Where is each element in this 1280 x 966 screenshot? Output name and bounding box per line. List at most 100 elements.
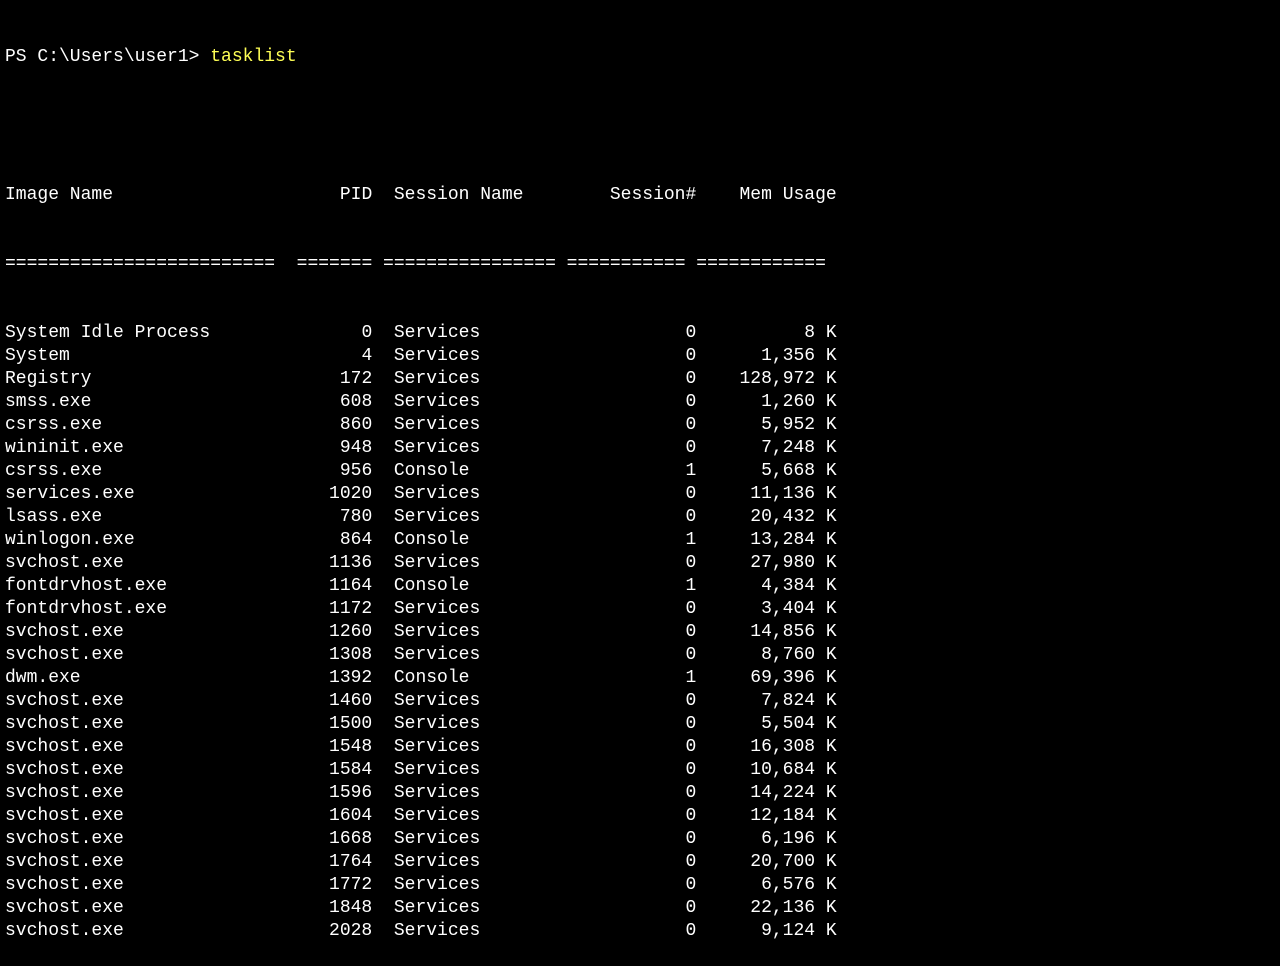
divider-session-name: ================ [383, 253, 556, 276]
table-row: csrss.exe860Services05,952 K [5, 414, 1275, 437]
table-row: csrss.exe956Console15,668 K [5, 460, 1275, 483]
header-session-name: Session Name [383, 184, 567, 207]
cell-pid: 608 [286, 391, 372, 414]
cell-pid: 1164 [286, 575, 372, 598]
cell-mem-usage: 3,404 K [696, 598, 836, 621]
divider-image-name: ========================= [5, 253, 286, 276]
cell-mem-usage: 12,184 K [696, 805, 836, 828]
table-row: svchost.exe2028Services09,124 K [5, 920, 1275, 943]
cell-session-name: Services [383, 322, 567, 345]
cell-session-name: Console [383, 460, 567, 483]
cell-mem-usage: 14,224 K [696, 782, 836, 805]
header-pid: PID [286, 184, 372, 207]
cell-session-num: 0 [567, 621, 697, 644]
cell-image-name: Registry [5, 368, 286, 391]
cell-pid: 1136 [286, 552, 372, 575]
cell-session-name: Services [383, 437, 567, 460]
cell-image-name: csrss.exe [5, 460, 286, 483]
cell-image-name: fontdrvhost.exe [5, 575, 286, 598]
cell-mem-usage: 20,700 K [696, 851, 836, 874]
cell-pid: 1764 [286, 851, 372, 874]
table-row: winlogon.exe864Console113,284 K [5, 529, 1275, 552]
cell-session-name: Services [383, 414, 567, 437]
cell-pid: 1596 [286, 782, 372, 805]
cell-image-name: System [5, 345, 286, 368]
cell-session-num: 0 [567, 598, 697, 621]
cell-session-num: 0 [567, 437, 697, 460]
cell-session-num: 0 [567, 506, 697, 529]
cell-image-name: System Idle Process [5, 322, 286, 345]
cell-mem-usage: 8,760 K [696, 644, 836, 667]
divider-mem: ============ [696, 253, 826, 276]
cell-session-num: 0 [567, 713, 697, 736]
cell-pid: 172 [286, 368, 372, 391]
cell-image-name: services.exe [5, 483, 286, 506]
cell-mem-usage: 8 K [696, 322, 836, 345]
cell-session-num: 0 [567, 414, 697, 437]
table-row: fontdrvhost.exe1164Console14,384 K [5, 575, 1275, 598]
prompt-line: PS C:\Users\user1> tasklist [5, 46, 1275, 69]
cell-image-name: winlogon.exe [5, 529, 286, 552]
cell-session-num: 0 [567, 368, 697, 391]
cell-pid: 1604 [286, 805, 372, 828]
cell-image-name: svchost.exe [5, 805, 286, 828]
cell-session-num: 0 [567, 805, 697, 828]
cell-session-name: Services [383, 920, 567, 943]
cell-mem-usage: 128,972 K [696, 368, 836, 391]
cell-image-name: svchost.exe [5, 851, 286, 874]
cell-session-name: Services [383, 759, 567, 782]
cell-pid: 1460 [286, 690, 372, 713]
cell-session-name: Services [383, 345, 567, 368]
cell-image-name: csrss.exe [5, 414, 286, 437]
cell-session-name: Services [383, 828, 567, 851]
cell-pid: 1584 [286, 759, 372, 782]
cell-session-name: Console [383, 667, 567, 690]
cell-image-name: svchost.exe [5, 828, 286, 851]
cell-image-name: svchost.exe [5, 920, 286, 943]
cell-pid: 1020 [286, 483, 372, 506]
cell-pid: 1772 [286, 874, 372, 897]
terminal-output[interactable]: PS C:\Users\user1> tasklist Image NamePI… [5, 0, 1275, 966]
table-row: dwm.exe1392Console169,396 K [5, 667, 1275, 690]
divider-session-num: =========== [567, 253, 686, 276]
table-row: svchost.exe1584Services010,684 K [5, 759, 1275, 782]
table-header: Image NamePIDSession NameSession#Mem Usa… [5, 184, 1275, 207]
cell-pid: 2028 [286, 920, 372, 943]
table-row: Registry172Services0128,972 K [5, 368, 1275, 391]
cell-image-name: svchost.exe [5, 874, 286, 897]
cell-image-name: wininit.exe [5, 437, 286, 460]
cell-session-name: Console [383, 529, 567, 552]
cell-pid: 1308 [286, 644, 372, 667]
cell-session-num: 1 [567, 460, 697, 483]
cell-mem-usage: 6,576 K [696, 874, 836, 897]
cell-mem-usage: 7,824 K [696, 690, 836, 713]
cell-session-num: 1 [567, 667, 697, 690]
cell-session-name: Services [383, 552, 567, 575]
cell-mem-usage: 14,856 K [696, 621, 836, 644]
blank-line [5, 115, 1275, 138]
divider-pid: ======== [297, 253, 373, 276]
cell-session-name: Services [383, 713, 567, 736]
header-mem-usage: Mem Usage [696, 184, 836, 207]
table-divider: ========================================… [5, 253, 1275, 276]
cell-image-name: svchost.exe [5, 552, 286, 575]
cell-session-name: Services [383, 874, 567, 897]
table-row: svchost.exe1548Services016,308 K [5, 736, 1275, 759]
cell-session-name: Services [383, 897, 567, 920]
table-body: System Idle Process0Services08 KSystem4S… [5, 322, 1275, 943]
cell-session-name: Services [383, 506, 567, 529]
cell-image-name: lsass.exe [5, 506, 286, 529]
cell-session-num: 0 [567, 690, 697, 713]
cell-image-name: svchost.exe [5, 897, 286, 920]
cell-image-name: dwm.exe [5, 667, 286, 690]
cell-session-name: Services [383, 598, 567, 621]
table-row: System Idle Process0Services08 K [5, 322, 1275, 345]
cell-mem-usage: 1,260 K [696, 391, 836, 414]
table-row: wininit.exe948Services07,248 K [5, 437, 1275, 460]
cell-mem-usage: 27,980 K [696, 552, 836, 575]
cell-image-name: svchost.exe [5, 690, 286, 713]
cell-session-name: Services [383, 483, 567, 506]
table-row: svchost.exe1500Services05,504 K [5, 713, 1275, 736]
cell-session-name: Services [383, 690, 567, 713]
cell-session-name: Services [383, 391, 567, 414]
